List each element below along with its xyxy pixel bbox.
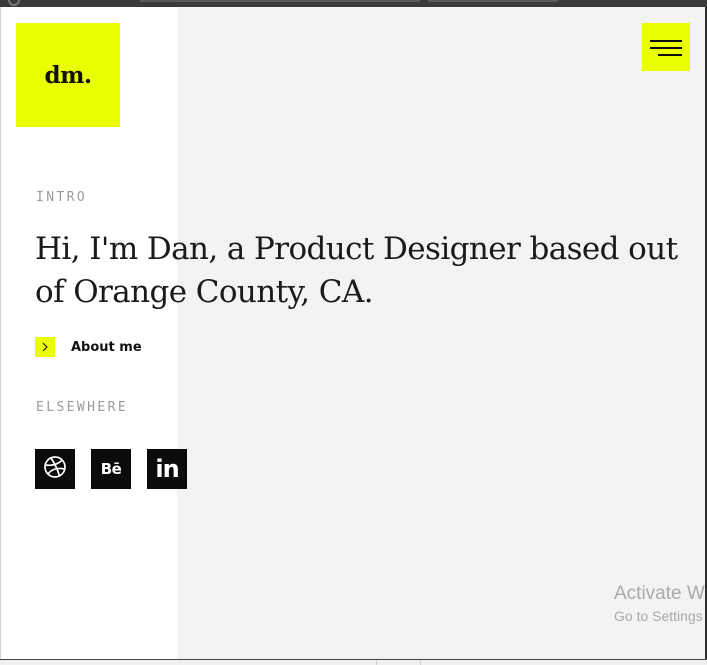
menu-button[interactable] (642, 23, 690, 71)
about-me-link[interactable]: About me (35, 337, 142, 357)
page: dm. INTRO Hi, I'm Dan, a Product Designe… (0, 0, 707, 665)
top-bar-segment (140, 0, 420, 2)
intro-section-label: INTRO (36, 190, 88, 205)
taskbar-strip (0, 659, 707, 665)
taskbar-divider (420, 660, 421, 665)
linkedin-link[interactable]: in (147, 449, 187, 489)
content-background-panel (177, 7, 705, 659)
reload-icon (8, 0, 20, 6)
browser-top-bar (0, 0, 707, 7)
dribbble-icon (43, 455, 67, 484)
watermark-subtitle: Go to Settings (614, 608, 703, 624)
dribbble-link[interactable] (35, 449, 75, 489)
chevron-right-icon (35, 337, 55, 357)
about-me-label: About me (71, 339, 142, 355)
behance-link[interactable]: Bē (91, 449, 131, 489)
window-left-border (0, 7, 1, 659)
intro-headline: Hi, I'm Dan, a Product Designer based ou… (35, 231, 678, 310)
top-bar-segment (428, 0, 558, 2)
activate-windows-watermark: Activate W Go to Settings (614, 583, 705, 627)
linkedin-icon: in (155, 455, 179, 483)
behance-icon: Bē (100, 460, 122, 478)
taskbar-divider (376, 660, 377, 665)
logo[interactable]: dm. (16, 23, 120, 127)
elsewhere-section-label: ELSEWHERE (36, 400, 129, 415)
watermark-title: Activate W (614, 583, 705, 604)
